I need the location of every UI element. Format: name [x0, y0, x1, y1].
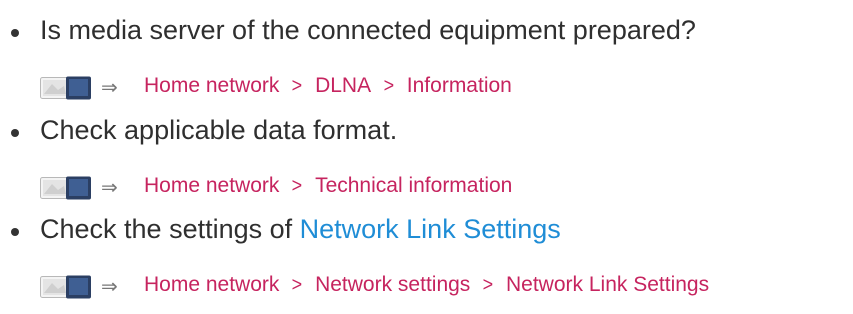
arrow-right-icon: ⇒ — [101, 77, 118, 99]
bullet-text-prefix: Check the settings of — [40, 214, 300, 244]
path-item[interactable]: Home network — [144, 174, 279, 198]
menu-icon — [40, 176, 91, 200]
bullet-row: Is media server of the connected equipme… — [0, 13, 853, 53]
bullet-row: Check applicable data format. — [0, 113, 853, 153]
menu-path: ⇒ Home network > Network settings > Netw… — [0, 270, 853, 302]
path-item[interactable]: Home network — [144, 74, 279, 98]
path-item[interactable]: Network settings — [315, 273, 470, 297]
path-item[interactable]: Technical information — [315, 174, 512, 198]
chevron-right-icon: > — [482, 273, 494, 296]
path-item[interactable]: Home network — [144, 273, 279, 297]
bullet-dot — [11, 228, 19, 236]
faq-item-3: Check the settings of Network Link Setti… — [0, 212, 853, 302]
faq-item-2: Check applicable data format. ⇒ Home net… — [0, 113, 853, 203]
chevron-right-icon: > — [383, 74, 395, 97]
faq-item-1: Is media server of the connected equipme… — [0, 13, 853, 103]
breadcrumb: Home network > Technical information — [144, 174, 512, 198]
menu-path: ⇒ Home network > DLNA > Information — [0, 71, 853, 103]
bullet-dot — [11, 129, 19, 137]
arrow-right-icon: ⇒ — [101, 177, 118, 199]
menu-path: ⇒ Home network > Technical information — [0, 171, 853, 203]
bullet-row: Check the settings of Network Link Setti… — [0, 212, 853, 252]
chevron-right-icon: > — [291, 174, 303, 197]
network-link-settings-link[interactable]: Network Link Settings — [300, 214, 561, 244]
chevron-right-icon: > — [291, 74, 303, 97]
path-item[interactable]: DLNA — [315, 74, 371, 98]
bullet-text: Is media server of the connected equipme… — [40, 15, 696, 45]
path-item[interactable]: Network Link Settings — [506, 273, 709, 297]
breadcrumb: Home network > Network settings > Networ… — [144, 273, 709, 297]
arrow-right-icon: ⇒ — [101, 276, 118, 298]
menu-icon — [40, 76, 91, 100]
chevron-right-icon: > — [291, 273, 303, 296]
bullet-text: Check applicable data format. — [40, 115, 398, 145]
bullet-dot — [11, 29, 19, 37]
path-item[interactable]: Information — [407, 74, 512, 98]
menu-icon — [40, 275, 91, 299]
bullet-text: Check the settings of Network Link Setti… — [40, 214, 561, 245]
breadcrumb: Home network > DLNA > Information — [144, 74, 512, 98]
